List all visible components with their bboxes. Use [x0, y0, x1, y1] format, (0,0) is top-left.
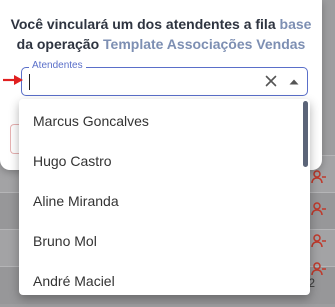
red-arrow-icon — [2, 73, 24, 85]
list-item[interactable]: Marcus Goncalves — [19, 101, 301, 141]
text-caret — [29, 74, 30, 90]
list-item[interactable]: Bruno Mol — [19, 221, 301, 261]
attendants-dropdown[interactable]: Marcus Goncalves Hugo Castro Aline Miran… — [19, 99, 310, 295]
title-line1-text: Você vinculará um dos atendentes a fila — [10, 16, 280, 32]
dropdown-scrollbar[interactable] — [303, 101, 308, 167]
remove-user-icon[interactable] — [311, 234, 327, 248]
remove-user-icon[interactable] — [311, 170, 327, 184]
close-icon[interactable] — [263, 73, 279, 89]
list-item[interactable]: Aline Miranda — [19, 181, 301, 221]
attendants-autocomplete[interactable]: Atendentes — [21, 60, 308, 96]
remove-user-icon[interactable] — [311, 202, 327, 216]
attendants-input[interactable] — [28, 73, 248, 91]
list-item[interactable]: Hugo Castro — [19, 141, 301, 181]
title-line2-text: da operação — [16, 36, 104, 52]
remove-user-icon[interactable] — [311, 262, 327, 276]
queue-name: base — [279, 16, 312, 32]
list-item[interactable]: André Maciel — [19, 261, 301, 295]
caret-up-icon[interactable] — [286, 74, 302, 90]
modal-title: Você vinculará um dos atendentes a fila … — [0, 14, 322, 54]
operation-name: Template Associações Vendas — [103, 36, 306, 52]
attendants-field-label: Atendentes — [29, 60, 86, 72]
